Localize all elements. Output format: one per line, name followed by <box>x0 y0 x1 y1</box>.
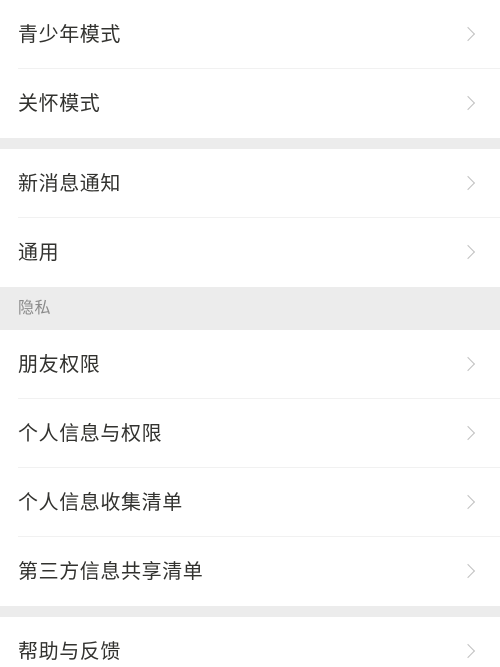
settings-section-mode: 青少年模式 关怀模式 <box>0 0 500 138</box>
settings-row-general[interactable]: 通用 <box>0 218 500 287</box>
section-divider <box>0 138 500 149</box>
settings-row-label: 第三方信息共享清单 <box>18 560 204 583</box>
settings-row-label: 朋友权限 <box>18 353 101 376</box>
chevron-right-icon <box>462 427 476 441</box>
settings-row-teen-mode[interactable]: 青少年模式 <box>0 0 500 69</box>
settings-row-personal-info-collection-list[interactable]: 个人信息收集清单 <box>0 468 500 537</box>
settings-row-label: 个人信息收集清单 <box>18 491 183 514</box>
section-divider <box>0 606 500 617</box>
settings-row-care-mode[interactable]: 关怀模式 <box>0 69 500 138</box>
settings-row-label: 关怀模式 <box>18 92 101 115</box>
settings-row-label: 新消息通知 <box>18 172 121 195</box>
chevron-right-icon <box>462 496 476 510</box>
settings-section-privacy: 朋友权限 个人信息与权限 个人信息收集清单 第三方信息共享清单 <box>0 330 500 606</box>
settings-section-help: 帮助与反馈 <box>0 617 500 667</box>
chevron-right-icon <box>462 565 476 579</box>
settings-row-label: 通用 <box>18 241 60 264</box>
chevron-right-icon <box>462 246 476 260</box>
settings-row-friend-permissions[interactable]: 朋友权限 <box>0 330 500 399</box>
settings-row-personal-info-permissions[interactable]: 个人信息与权限 <box>0 399 500 468</box>
chevron-right-icon <box>462 28 476 42</box>
settings-row-new-message-notification[interactable]: 新消息通知 <box>0 149 500 218</box>
section-header-privacy: 隐私 <box>0 287 500 330</box>
settings-screen: 青少年模式 关怀模式 新消息通知 通用 隐私 朋友权限 个人信息与权限 个人信息… <box>0 0 500 667</box>
settings-row-third-party-sharing-list[interactable]: 第三方信息共享清单 <box>0 537 500 606</box>
settings-row-label: 青少年模式 <box>18 23 121 46</box>
chevron-right-icon <box>462 177 476 191</box>
chevron-right-icon <box>462 97 476 111</box>
settings-section-notification-general: 新消息通知 通用 <box>0 149 500 287</box>
settings-row-help-and-feedback[interactable]: 帮助与反馈 <box>0 617 500 667</box>
settings-row-label: 个人信息与权限 <box>18 422 163 445</box>
chevron-right-icon <box>462 645 476 659</box>
settings-row-label: 帮助与反馈 <box>18 640 121 663</box>
section-header-label: 隐私 <box>18 299 52 317</box>
chevron-right-icon <box>462 358 476 372</box>
